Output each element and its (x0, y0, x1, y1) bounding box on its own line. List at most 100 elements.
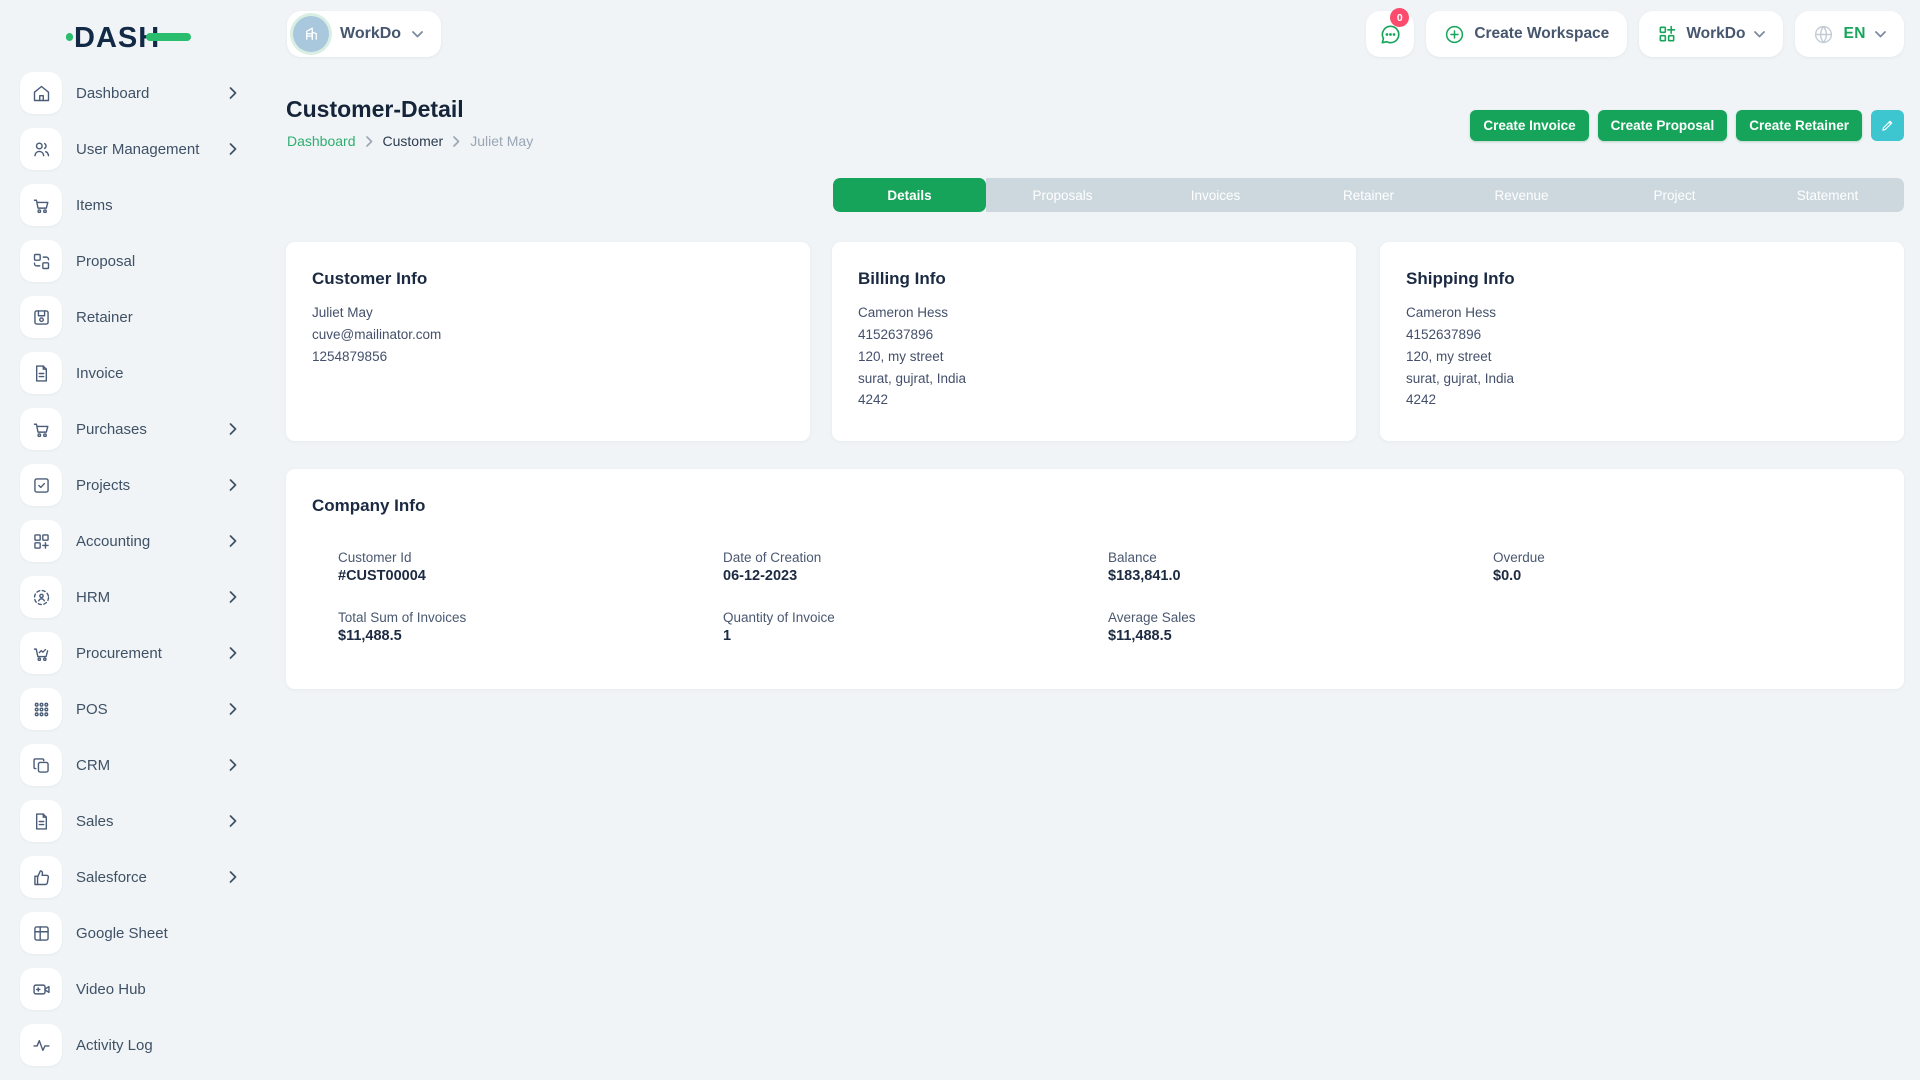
field-overdue: Overdue $0.0 (1493, 550, 1878, 584)
tab-retainer[interactable]: Retainer (1292, 178, 1445, 212)
sidebar-item-dashboard[interactable]: Dashboard (20, 72, 245, 114)
person-dashed-circle-icon (20, 576, 62, 618)
brand-logo[interactable]: DASH (66, 18, 191, 56)
top-header: DASH WorkDo 0 Create Workspace (0, 0, 1920, 72)
users-icon (20, 128, 62, 170)
globe-icon (1813, 24, 1834, 45)
sidebar-item-user-management[interactable]: User Management (20, 128, 245, 170)
tab-statement[interactable]: Statement (1751, 178, 1904, 212)
sidebar-item-salesforce[interactable]: Salesforce (20, 856, 245, 898)
card-title: Company Info (286, 469, 1904, 516)
cart-icon (20, 184, 62, 226)
tab-proposals[interactable]: Proposals (986, 178, 1139, 212)
workspace-avatar (293, 16, 329, 52)
field-total-sum-invoices: Total Sum of Invoices $11,488.5 (338, 610, 723, 644)
sidebar-item-pos[interactable]: POS (20, 688, 245, 730)
chevron-right-icon (229, 591, 237, 603)
sidebar-item-purchases[interactable]: Purchases (20, 408, 245, 450)
table-icon (20, 912, 62, 954)
sidebar-item-procurement[interactable]: Procurement (20, 632, 245, 674)
language-code: EN (1843, 25, 1866, 43)
sidebar-item-proposal[interactable]: Proposal (20, 240, 245, 282)
tab-revenue[interactable]: Revenue (1445, 178, 1598, 212)
field-quantity-of-invoice: Quantity of Invoice 1 (723, 610, 1108, 644)
breadcrumb-current: Juliet May (470, 133, 533, 149)
app-switcher-button[interactable]: WorkDo (1639, 11, 1783, 57)
chevron-right-icon (229, 647, 237, 659)
create-workspace-button[interactable]: Create Workspace (1426, 11, 1627, 57)
tab-invoices[interactable]: Invoices (1139, 178, 1292, 212)
messages-button[interactable]: 0 (1366, 11, 1414, 57)
cart-chart-icon (20, 632, 62, 674)
chevron-right-icon (229, 535, 237, 547)
breadcrumb-customer[interactable]: Customer (383, 133, 444, 149)
sidebar-item-video-hub[interactable]: Video Hub (20, 968, 245, 1010)
customer-email: cuve@mailinator.com (312, 324, 784, 346)
home-icon (20, 72, 62, 114)
page-title: Customer-Detail (286, 96, 464, 123)
file-text-icon (20, 352, 62, 394)
chevron-right-icon (229, 871, 237, 883)
breadcrumb: Dashboard Customer Juliet May (287, 133, 533, 149)
shipping-name: Cameron Hess (1406, 302, 1878, 324)
tab-project[interactable]: Project (1598, 178, 1751, 212)
card-title: Customer Info (286, 242, 810, 289)
file-text-icon (20, 800, 62, 842)
workspace-selector[interactable]: WorkDo (287, 11, 441, 57)
billing-info-card: Billing Info Cameron Hess 4152637896 120… (832, 242, 1356, 441)
app-switcher-label: WorkDo (1686, 25, 1745, 43)
card-title: Shipping Info (1380, 242, 1904, 289)
chevron-right-icon (229, 143, 237, 155)
chevron-right-icon (229, 479, 237, 491)
sidebar-item-accounting[interactable]: Accounting (20, 520, 245, 562)
sidebar-item-invoice[interactable]: Invoice (20, 352, 245, 394)
create-proposal-button[interactable]: Create Proposal (1598, 110, 1728, 141)
billing-zip: 4242 (858, 389, 1330, 411)
shipping-info-card: Shipping Info Cameron Hess 4152637896 12… (1380, 242, 1904, 441)
chevron-right-icon (229, 759, 237, 771)
sidebar-item-google-sheet[interactable]: Google Sheet (20, 912, 245, 954)
detail-tabs: Details Proposals Invoices Retainer Reve… (833, 178, 1904, 212)
shipping-city: surat, gujrat, India (1406, 368, 1878, 390)
breadcrumb-dashboard[interactable]: Dashboard (287, 133, 356, 149)
chevron-right-icon (229, 423, 237, 435)
create-retainer-button[interactable]: Create Retainer (1736, 110, 1862, 141)
overlap-squares-icon (20, 744, 62, 786)
field-customer-id: Customer Id #CUST00004 (338, 550, 723, 584)
plus-circle-icon (1444, 24, 1465, 45)
sidebar: Dashboard User Management Items Proposal… (0, 72, 259, 1080)
check-square-icon (20, 464, 62, 506)
sidebar-item-hrm[interactable]: HRM (20, 576, 245, 618)
shipping-address: 120, my street (1406, 346, 1878, 368)
sidebar-item-items[interactable]: Items (20, 184, 245, 226)
company-info-card: Company Info Customer Id #CUST00004 Date… (286, 469, 1904, 689)
shipping-phone: 4152637896 (1406, 324, 1878, 346)
messages-count-badge: 0 (1390, 8, 1409, 27)
pencil-icon (1880, 118, 1895, 133)
cart-icon (20, 408, 62, 450)
create-invoice-button[interactable]: Create Invoice (1470, 110, 1588, 141)
shipping-zip: 4242 (1406, 389, 1878, 411)
customer-info-card: Customer Info Juliet May cuve@mailinator… (286, 242, 810, 441)
chevron-down-icon (1875, 31, 1886, 38)
card-title: Billing Info (832, 242, 1356, 289)
sidebar-item-sales[interactable]: Sales (20, 800, 245, 842)
field-empty (1493, 610, 1878, 644)
chevron-right-icon (229, 703, 237, 715)
thumbs-up-icon (20, 856, 62, 898)
sidebar-item-retainer[interactable]: Retainer (20, 296, 245, 338)
activity-pulse-icon (20, 1024, 62, 1066)
billing-address: 120, my street (858, 346, 1330, 368)
tab-details[interactable]: Details (833, 178, 986, 212)
language-selector[interactable]: EN (1795, 11, 1904, 57)
video-camera-icon (20, 968, 62, 1010)
chevron-right-icon (229, 815, 237, 827)
sidebar-item-activity-log[interactable]: Activity Log (20, 1024, 245, 1066)
customer-name: Juliet May (312, 302, 784, 324)
workflow-icon (20, 240, 62, 282)
edit-customer-button[interactable] (1871, 110, 1904, 141)
sidebar-item-crm[interactable]: CRM (20, 744, 245, 786)
chevron-right-icon (229, 87, 237, 99)
sidebar-item-projects[interactable]: Projects (20, 464, 245, 506)
dots-grid-icon (20, 688, 62, 730)
